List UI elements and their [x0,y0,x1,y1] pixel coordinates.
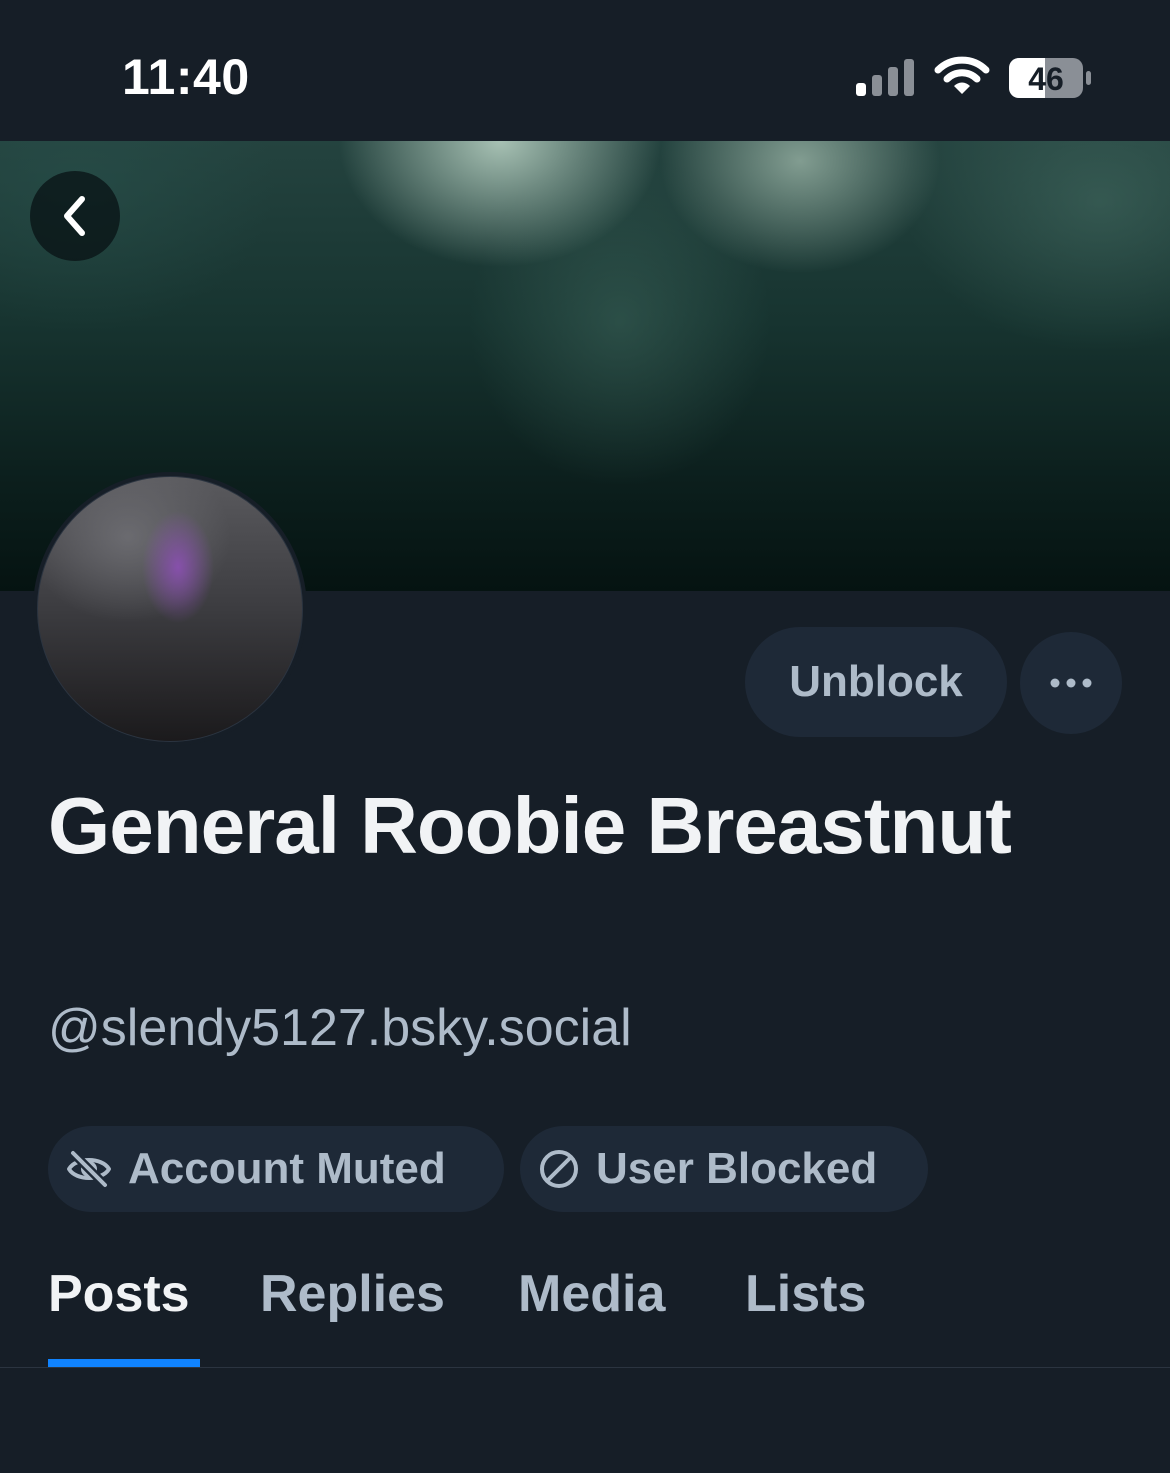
ellipsis-icon [1050,678,1092,688]
circle-slash-icon [540,1150,578,1188]
unblock-button[interactable]: Unblock [745,627,1007,737]
tab-posts[interactable]: Posts [48,1264,190,1324]
profile-tabs: Posts Replies Media Lists [0,1240,1170,1368]
more-options-button[interactable] [1020,632,1122,734]
tab-replies[interactable]: Replies [260,1264,445,1324]
chevron-left-icon [64,196,85,236]
avatar-image [37,476,303,742]
battery-level: 46 [1028,61,1064,97]
unblock-button-label: Unblock [789,657,963,706]
tab-lists[interactable]: Lists [745,1264,866,1324]
avatar[interactable] [33,472,307,746]
user-blocked-label: User Blocked [596,1144,878,1193]
wifi-icon [934,56,990,94]
display-name: General Roobie Breastnut [48,781,1012,870]
status-time: 11:40 [122,49,250,105]
eye-slash-icon [67,1149,111,1189]
account-muted-badge[interactable]: Account Muted [48,1126,504,1212]
back-button[interactable] [30,171,120,261]
cellular-signal-icon [856,59,914,96]
status-bar: 11:40 46 [0,0,1170,141]
account-muted-label: Account Muted [128,1144,446,1193]
battery-icon: 46 [1009,58,1091,98]
tab-media[interactable]: Media [518,1264,665,1324]
active-tab-indicator [48,1359,200,1367]
profile-handle: @slendy5127.bsky.social [48,999,632,1057]
user-blocked-badge[interactable]: User Blocked [520,1126,928,1212]
